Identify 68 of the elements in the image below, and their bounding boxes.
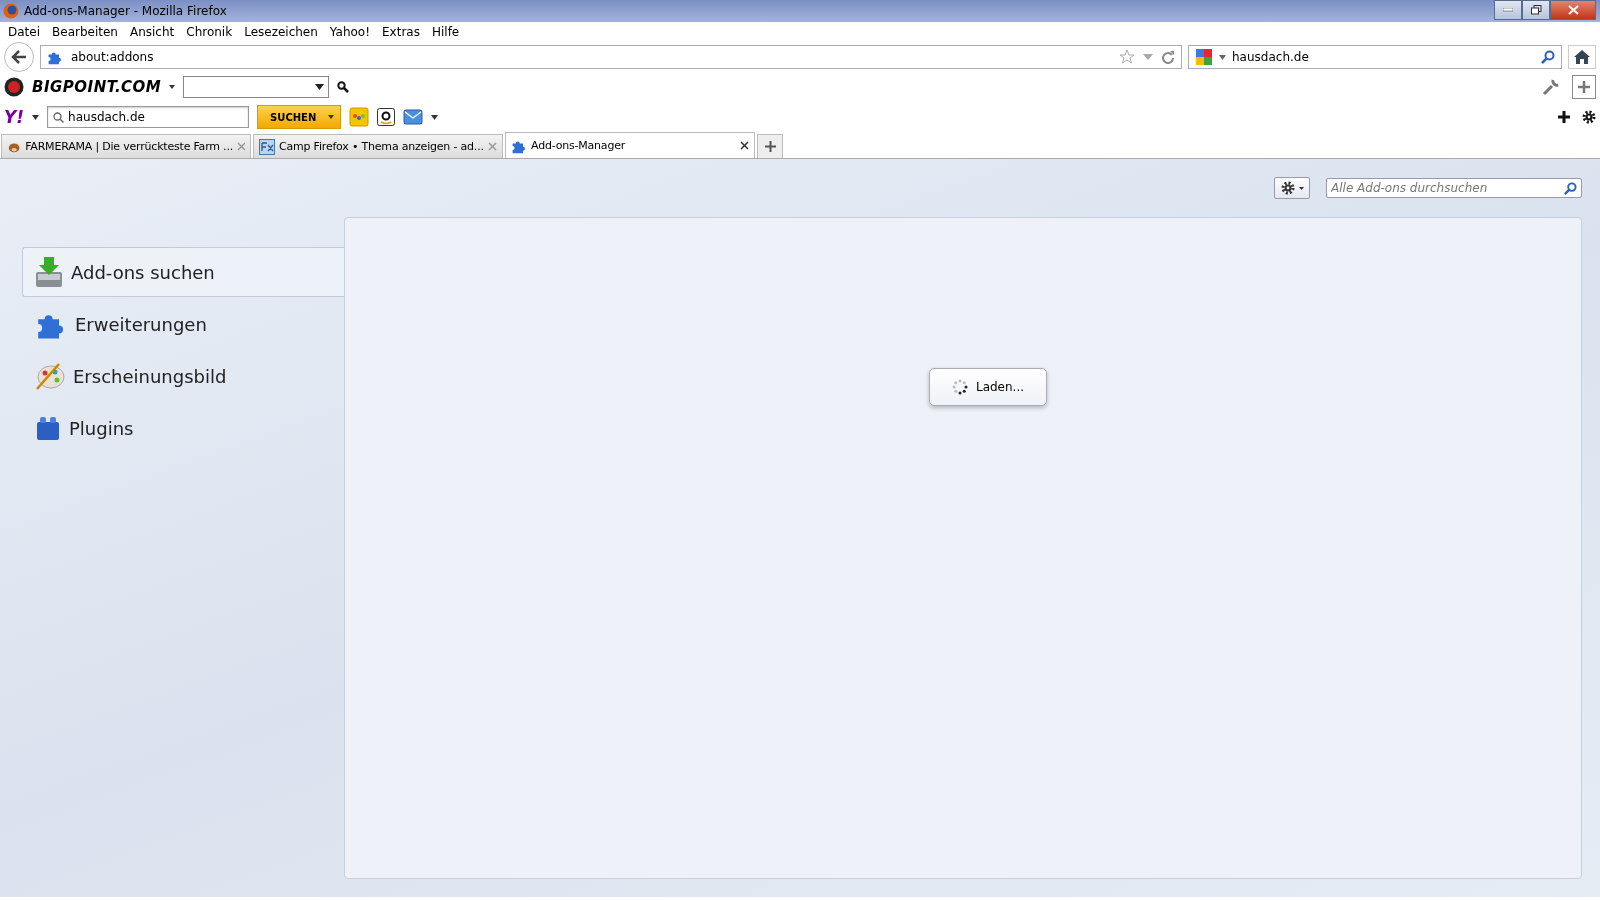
back-button[interactable] [4, 42, 34, 72]
menu-item[interactable]: Chronik [180, 25, 239, 39]
dropdown-icon [328, 115, 335, 119]
menu-item[interactable]: Extras [376, 25, 426, 39]
firefox-logo-icon [3, 3, 19, 19]
url-text: about:addons [71, 50, 155, 64]
yahoo-logo: Y! [4, 107, 25, 127]
menu-item[interactable]: Bearbeiten [46, 25, 124, 39]
mail-icon[interactable] [403, 108, 424, 126]
tools-menu-button[interactable] [1274, 177, 1310, 199]
browser-tab[interactable]: Add-ons-Manager [505, 132, 755, 158]
dropdown-icon[interactable] [1219, 54, 1226, 60]
plus-icon [764, 141, 776, 152]
palette-icon [35, 361, 65, 391]
search-icon[interactable] [337, 81, 350, 93]
star-icon[interactable] [1119, 49, 1135, 65]
category-item[interactable]: Add-ons suchen [22, 247, 344, 297]
addons-search-field[interactable]: Alle Add-ons durchsuchen [1326, 178, 1582, 198]
dropdown-icon[interactable] [169, 85, 176, 89]
wrench-icon[interactable] [1542, 78, 1560, 96]
minimize-icon [1503, 8, 1513, 12]
home-icon [1574, 50, 1590, 64]
browser-tab[interactable]: Camp Firefox • Thema anzeigen - ad... [253, 134, 503, 158]
close-icon [1567, 5, 1579, 15]
menu-item[interactable]: Datei [2, 25, 46, 39]
search-bar-text: hausdach.de [1232, 50, 1310, 64]
dropdown-icon [315, 84, 325, 90]
category-item[interactable]: Erscheinungsbild [22, 351, 344, 401]
download-tray-icon [35, 256, 63, 288]
fx-logo-icon [259, 138, 275, 155]
restore-icon [1530, 5, 1542, 15]
dropdown-icon [1298, 186, 1304, 190]
menu-item[interactable]: Hilfe [425, 25, 466, 39]
window-title: Add-ons-Manager - Mozilla Firefox [24, 4, 227, 18]
bigpoint-search-field[interactable] [183, 76, 330, 98]
search-bar[interactable]: hausdach.de [1188, 45, 1562, 69]
bigpoint-logo: BIGPOINT.COM [32, 78, 162, 96]
bigpoint-logo-icon [4, 77, 24, 97]
spinner-icon [951, 379, 968, 395]
yahoo-search-button[interactable]: SUCHEN [257, 105, 342, 129]
plus-icon[interactable] [1558, 111, 1570, 123]
add-button[interactable] [1572, 75, 1596, 99]
search-icon [1564, 182, 1577, 195]
home-button[interactable] [1568, 45, 1596, 69]
menu-item[interactable]: Lesezeichen [238, 25, 324, 39]
plus-icon [1578, 81, 1590, 93]
reload-icon[interactable] [1161, 50, 1175, 64]
minimize-button[interactable] [1494, 0, 1522, 20]
browser-tab[interactable]: FARMERAMA | Die verrückteste Farm ... [1, 134, 251, 158]
dropdown-icon[interactable] [431, 114, 439, 120]
yahoo-search-field[interactable]: hausdach.de [47, 106, 250, 128]
new-tab-button[interactable] [757, 134, 783, 158]
dropdown-icon[interactable] [32, 114, 40, 120]
loading-indicator: Laden... [928, 368, 1048, 406]
menu-item[interactable]: Yahoo! [323, 25, 376, 39]
category-item[interactable]: Erweiterungen [22, 299, 344, 349]
gear-icon [1280, 181, 1295, 195]
yahoo-search-text: hausdach.de [68, 110, 145, 124]
close-button[interactable] [1550, 0, 1596, 20]
category-item[interactable]: Plugins [22, 403, 344, 453]
search-icon [53, 111, 65, 123]
menu-item[interactable]: Ansicht [123, 25, 181, 39]
address-bar[interactable]: about:addons [40, 45, 1182, 69]
close-icon[interactable] [740, 141, 749, 150]
back-arrow-icon [11, 50, 27, 64]
plugin-block-icon [35, 415, 61, 441]
settings-icon[interactable] [1582, 110, 1596, 124]
restore-button[interactable] [1522, 0, 1550, 20]
